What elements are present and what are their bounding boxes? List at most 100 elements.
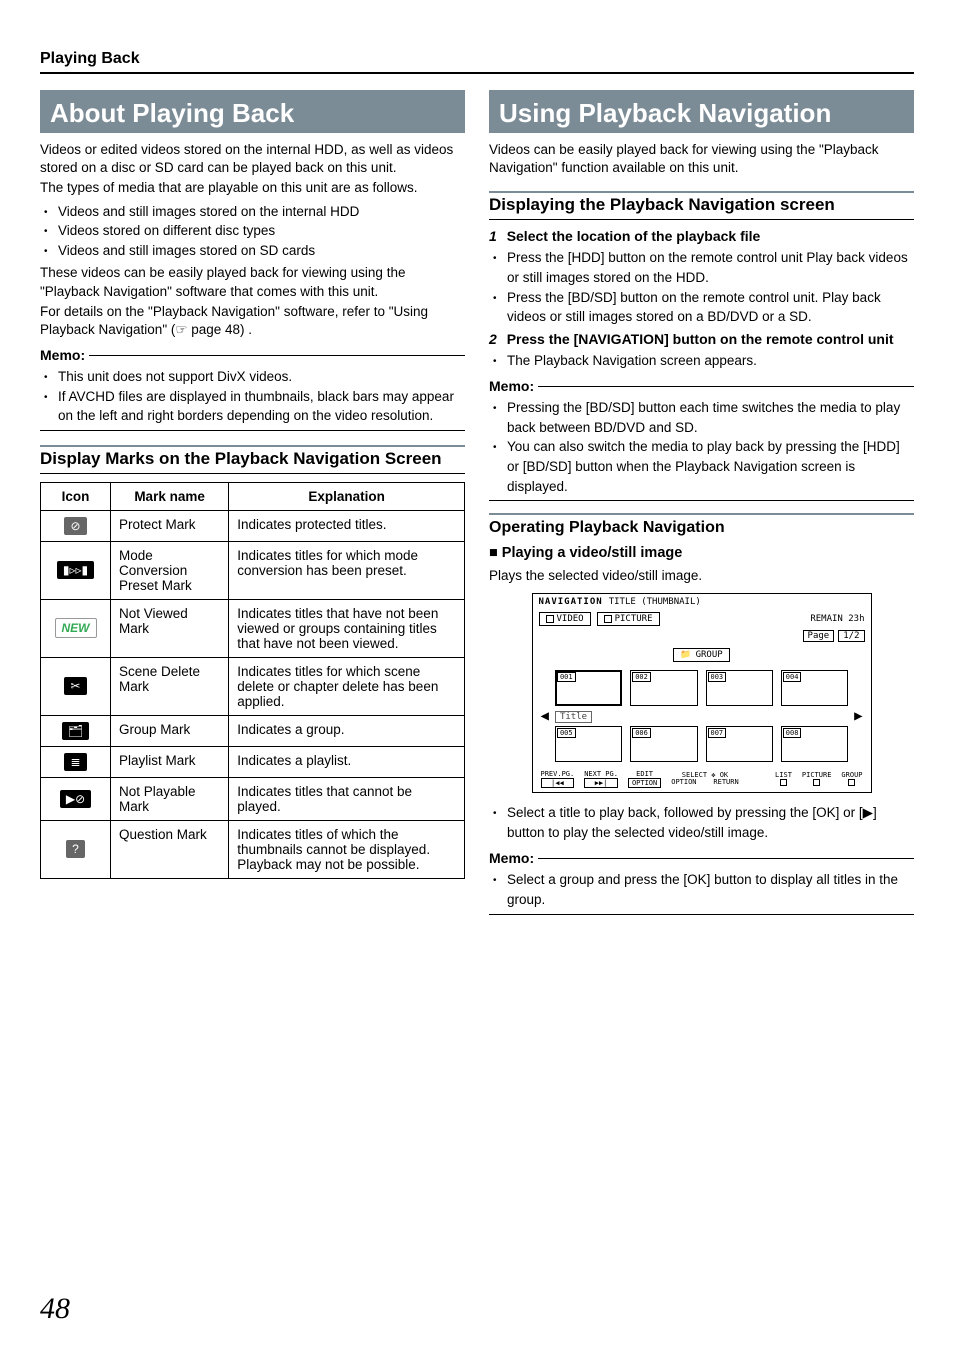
step-number-2: 2 <box>489 331 497 347</box>
mark-explanation: Indicates a group. <box>229 715 465 746</box>
about-p4: For details on the "Playback Navigation"… <box>40 303 465 339</box>
displaying-nav-heading: Displaying the Playback Navigation scree… <box>489 191 914 220</box>
thumbnail: 002 <box>630 670 697 706</box>
media-type-item: Videos and still images stored on SD car… <box>58 241 465 261</box>
col-icon: Icon <box>41 482 111 510</box>
table-row: ⊘ Protect Mark Indicates protected title… <box>41 510 465 541</box>
not-viewed-icon: NEW <box>55 618 97 638</box>
media-type-item: Videos and still images stored on the in… <box>58 202 465 222</box>
marker-icon <box>813 779 820 786</box>
ft-picture: PICTURE <box>802 771 832 779</box>
memo-header: Memo: <box>40 347 465 363</box>
nav-subtitle: TITLE (THUMBNAIL) <box>609 597 701 607</box>
ft-edit: EDIT <box>628 770 661 778</box>
protect-mark-icon: ⊘ <box>64 517 86 535</box>
mark-name: Group Mark <box>111 715 229 746</box>
thumbnail: 004 <box>781 670 848 706</box>
key-next: ▶▶| <box>584 778 618 788</box>
table-row: ▮▹▹▮ Mode Conversion Preset Mark Indicat… <box>41 541 465 599</box>
mark-name: Not Viewed Mark <box>111 599 229 657</box>
memo-item: Pressing the [BD/SD] button each time sw… <box>507 398 914 437</box>
step2-list: The Playback Navigation screen appears. <box>489 351 914 371</box>
marker-icon <box>848 779 855 786</box>
memo-list: This unit does not support DivX videos. … <box>40 367 465 426</box>
using-playback-nav-title: Using Playback Navigation <box>489 90 914 133</box>
step-2: 2 Press the [NAVIGATION] button on the r… <box>489 331 914 347</box>
right-p1: Videos can be easily played back for vie… <box>489 141 914 177</box>
memo2-list: Select a group and press the [OK] button… <box>489 870 914 909</box>
table-row: ▶⊘ Not Playable Mark Indicates titles th… <box>41 777 465 820</box>
operating-nav-heading: Operating Playback Navigation <box>489 513 914 539</box>
table-row: ≣ Playlist Mark Indicates a playlist. <box>41 746 465 777</box>
ft-next: NEXT PG. <box>584 770 618 778</box>
ft-option: OPTION <box>671 778 696 786</box>
mark-name: Not Playable Mark <box>111 777 229 820</box>
mark-name: Mode Conversion Preset Mark <box>111 541 229 599</box>
memo-list-right: Pressing the [BD/SD] button each time sw… <box>489 398 914 496</box>
remain-label: REMAIN 23h <box>810 614 864 624</box>
mode-conversion-preset-icon: ▮▹▹▮ <box>57 561 94 579</box>
memo2-header: Memo: <box>489 850 914 866</box>
about-p3: These videos can be easily played back f… <box>40 264 465 300</box>
memo-item: This unit does not support DivX videos. <box>58 367 465 387</box>
mark-name: Scene Delete Mark <box>111 657 229 715</box>
playlist-mark-icon: ≣ <box>64 753 86 771</box>
page-label: Page <box>803 630 835 642</box>
nav-title: NAVIGATION <box>539 597 603 607</box>
after-mock-list: Select a title to play back, followed by… <box>489 803 914 842</box>
table-row: ✂ Scene Delete Mark Indicates titles for… <box>41 657 465 715</box>
mark-explanation: Indicates titles that cannot be played. <box>229 777 465 820</box>
mark-explanation: Indicates protected titles. <box>229 510 465 541</box>
group-mark-icon: 🗂 <box>62 722 89 740</box>
step1-item: Press the [HDD] button on the remote con… <box>507 248 914 287</box>
col-explanation: Explanation <box>229 482 465 510</box>
step-1: 1 Select the location of the playback fi… <box>489 228 914 244</box>
table-row: NEW Not Viewed Mark Indicates titles tha… <box>41 599 465 657</box>
memo2-item: Select a group and press the [OK] button… <box>507 870 914 909</box>
mark-name: Protect Mark <box>111 510 229 541</box>
mark-name: Playlist Mark <box>111 746 229 777</box>
about-p2: The types of media that are playable on … <box>40 179 465 197</box>
arrow-right-icon: ▶ <box>854 708 862 724</box>
col-markname: Mark name <box>111 482 229 510</box>
memo-label: Memo: <box>40 347 85 363</box>
not-playable-icon: ▶⊘ <box>60 790 91 808</box>
navigation-screen-illustration: NAVIGATION TITLE (THUMBNAIL) VIDEO PICTU… <box>532 593 872 793</box>
table-row: ? Question Mark Indicates titles of whic… <box>41 820 465 878</box>
playing-video-heading: Playing a video/still image <box>489 545 914 561</box>
mark-name: Question Mark <box>111 820 229 878</box>
thumbnail: 001 <box>555 670 622 706</box>
title-tag: Title <box>555 711 592 723</box>
plays-selected-text: Plays the selected video/still image. <box>489 567 914 585</box>
marker-icon <box>780 779 787 786</box>
step-number-1: 1 <box>489 228 497 244</box>
key-prev: |◀◀ <box>541 778 575 788</box>
ft-prev: PREV.PG. <box>541 770 575 778</box>
about-p1: Videos or edited videos stored on the in… <box>40 141 465 177</box>
thumbnail: 003 <box>706 670 773 706</box>
group-box: 📁 GROUP <box>673 648 729 662</box>
scene-delete-icon: ✂ <box>64 677 86 695</box>
tab-video: VIDEO <box>539 612 591 626</box>
mark-explanation: Indicates a playlist. <box>229 746 465 777</box>
step2-item: The Playback Navigation screen appears. <box>507 351 914 371</box>
media-types-list: Videos and still images stored on the in… <box>40 202 465 261</box>
display-marks-table: Icon Mark name Explanation ⊘ Protect Mar… <box>40 482 465 879</box>
about-playing-back-title: About Playing Back <box>40 90 465 133</box>
key-option: OPTION <box>628 778 661 788</box>
mark-explanation: Indicates titles that have not been view… <box>229 599 465 657</box>
mark-explanation: Indicates titles for which mode conversi… <box>229 541 465 599</box>
thumbnail: 006 <box>630 726 697 762</box>
step-1-text: Select the location of the playback file <box>507 228 761 244</box>
ft-return: RETURN <box>713 778 738 786</box>
folder-icon: 📁 <box>680 650 691 660</box>
page-header: Playing Back <box>40 50 914 74</box>
thumbnail: 008 <box>781 726 848 762</box>
table-row: 🗂 Group Mark Indicates a group. <box>41 715 465 746</box>
memo-item: If AVCHD files are displayed in thumbnai… <box>58 387 465 426</box>
question-mark-icon: ? <box>66 840 85 858</box>
step1-list: Press the [HDD] button on the remote con… <box>489 248 914 326</box>
ft-group: GROUP <box>841 771 862 779</box>
arrow-left-icon: ◀ <box>541 708 549 724</box>
after-mock-item: Select a title to play back, followed by… <box>507 803 914 842</box>
